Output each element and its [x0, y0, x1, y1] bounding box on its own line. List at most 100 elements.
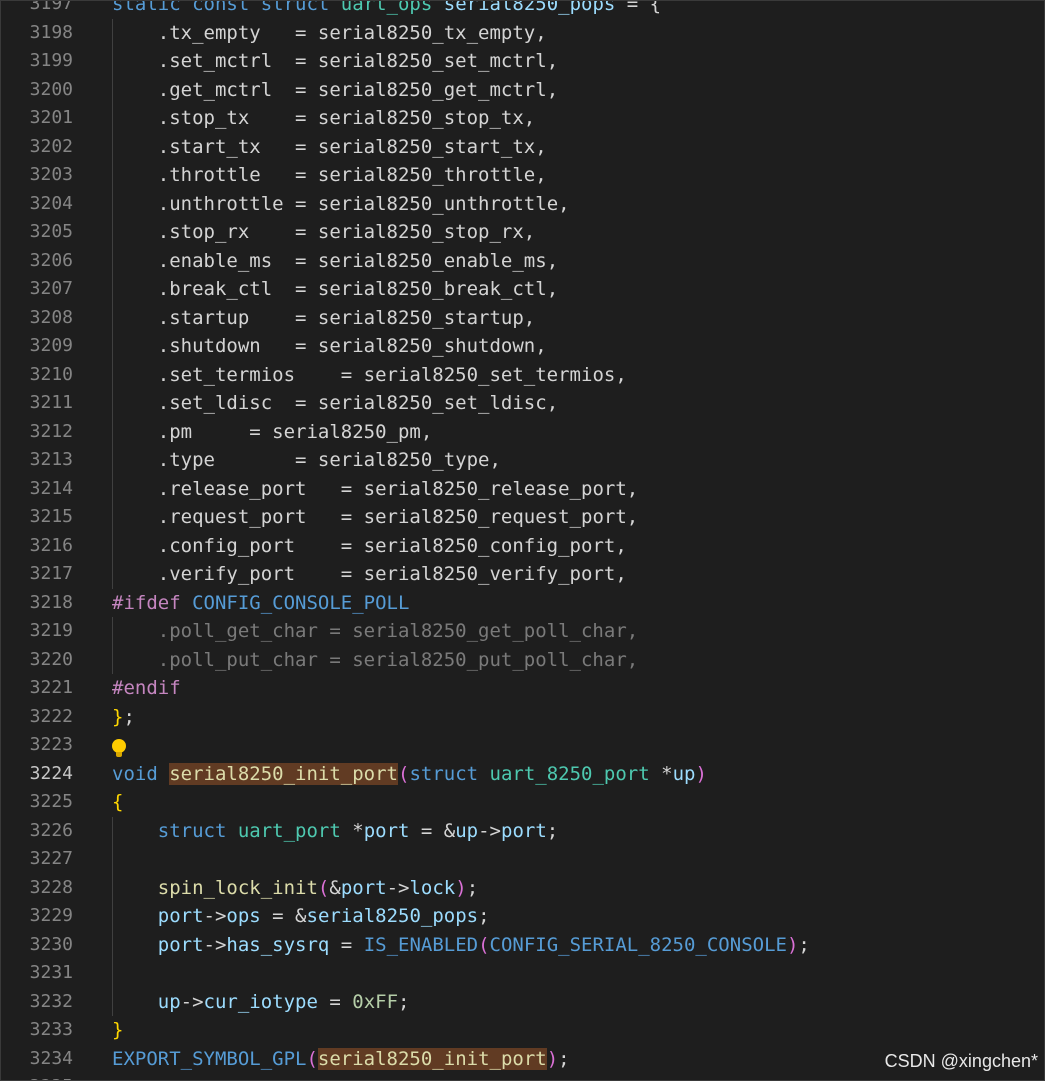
code-line[interactable]: 3230 port->has_sysrq = IS_ENABLED(CONFIG…: [1, 930, 1044, 959]
code-line[interactable]: 3213 .type = serial8250_type,: [1, 446, 1044, 475]
code-token: .tx_empty: [112, 21, 296, 44]
code-token: *: [661, 762, 673, 785]
code-token: const: [192, 0, 261, 15]
line-content: .request_port = serial8250_request_port,: [112, 503, 638, 532]
code-line[interactable]: 3204 .unthrottle = serial8250_unthrottle…: [1, 189, 1044, 219]
code-token: = serial8250_throttle,: [295, 164, 547, 186]
code-line[interactable]: 3214 .release_port = serial8250_release_…: [1, 474, 1044, 504]
code-token: .poll_get_char = serial8250_get_poll_cha…: [112, 620, 639, 642]
line-content: .shutdown = serial8250_shutdown,: [112, 332, 547, 361]
code-line[interactable]: 3203 .throttle = serial8250_throttle,: [1, 161, 1044, 190]
code-line[interactable]: 3221 #endif: [1, 674, 1044, 703]
code-line[interactable]: 3199 .set_mctrl = serial8250_set_mctrl,: [1, 47, 1044, 76]
code-line[interactable]: 3215 .request_port = serial8250_request_…: [1, 503, 1044, 532]
line-content: };: [112, 703, 135, 732]
line-number: 3203: [29, 164, 73, 185]
code-line[interactable]: 3217 .verify_port = serial8250_verify_po…: [1, 560, 1044, 589]
code-token: .get_mctrl: [112, 78, 296, 101]
lightbulb-icon[interactable]: [112, 739, 126, 757]
line-number: 3233: [29, 1019, 73, 1040]
code-line[interactable]: 3212 .pm = serial8250_pm,: [1, 417, 1044, 446]
code-line[interactable]: 3207 .break_ctl = serial8250_break_ctl,: [1, 275, 1044, 304]
code-token: .type: [112, 449, 296, 471]
code-token: .pm: [112, 420, 250, 443]
code-token: (: [478, 933, 490, 956]
code-token: port: [363, 819, 410, 842]
code-editor[interactable]: 3197 static const struct uart_ops serial8…: [0, 0, 1045, 1081]
code-token: ): [455, 876, 467, 899]
line-content: #endif: [112, 674, 181, 703]
code-line[interactable]: 3228 spin_lock_init(&port->lock);: [1, 873, 1044, 903]
line-number: 3218: [29, 591, 73, 613]
code-token: serial8250_pops: [306, 905, 479, 927]
line-number: 3197: [29, 0, 73, 14]
code-line[interactable]: 3198 .tx_empty = serial8250_tx_empty,: [1, 18, 1044, 48]
line-number: 3205: [29, 221, 73, 242]
code-line[interactable]: 3222};: [1, 703, 1044, 732]
code-lines[interactable]: 3197 static const struct uart_ops serial8…: [1, 0, 1044, 1080]
code-line[interactable]: 3200 .get_mctrl = serial8250_get_mctrl,: [1, 75, 1044, 104]
code-token: = serial8250_release_port,: [340, 477, 639, 500]
code-line[interactable]: 3231: [1, 959, 1044, 988]
line-number: 3211: [29, 392, 73, 413]
line-content: }: [112, 1016, 123, 1045]
code-line[interactable]: 3197 static const struct uart_ops serial8…: [1, 0, 1044, 19]
code-token: ;: [798, 933, 810, 956]
code-line[interactable]: 3232 up->cur_iotype = 0xFF;: [1, 987, 1044, 1017]
code-token: = serial8250_config_port,: [340, 534, 627, 557]
code-token: *: [352, 819, 364, 842]
code-line[interactable]: 3233}: [1, 1016, 1044, 1045]
code-token: ->: [180, 990, 204, 1013]
line-content: .set_termios = serial8250_set_termios,: [112, 361, 627, 390]
line-content: spin_lock_init(&port->lock);: [112, 874, 478, 903]
code-token: = &: [260, 905, 307, 927]
line-content: [112, 731, 126, 760]
code-token: = serial8250_break_ctl,: [295, 278, 559, 300]
code-token: (: [306, 1047, 318, 1070]
line-number: 3235: [1, 1073, 73, 1080]
line-content: .poll_put_char = serial8250_put_poll_cha…: [112, 646, 638, 675]
code-line[interactable]: 3211 .set_ldisc = serial8250_set_ldisc,: [1, 389, 1044, 418]
line-content: .tx_empty = serial8250_tx_empty,: [112, 19, 547, 48]
code-token: {: [112, 791, 124, 813]
code-line[interactable]: 3224 void serial8250_init_port(struct uar…: [1, 760, 1044, 789]
code-token: ->: [203, 905, 227, 927]
code-line[interactable]: 3219 .poll_get_char = serial8250_get_pol…: [1, 617, 1044, 646]
line-content: .stop_rx = serial8250_stop_rx,: [112, 218, 536, 247]
line-content: .enable_ms = serial8250_enable_ms,: [112, 247, 558, 276]
line-number: 3222: [29, 705, 73, 727]
code-line[interactable]: 3235: [1, 1073, 1044, 1080]
code-line[interactable]: 3202 .start_tx = serial8250_start_tx,: [1, 132, 1044, 161]
code-line[interactable]: 3223: [1, 731, 1044, 760]
line-content: port->ops = &serial8250_pops;: [112, 902, 490, 931]
code-line[interactable]: 3206 .enable_ms = serial8250_enable_ms,: [1, 246, 1044, 276]
code-line[interactable]: 3218 #ifdef CONFIG_CONSOLE_POLL: [1, 589, 1044, 618]
code-token: port: [112, 905, 204, 927]
code-token: = serial8250_shutdown,: [295, 335, 547, 357]
code-token: static: [112, 0, 193, 15]
line-content: .unthrottle = serial8250_unthrottle,: [112, 190, 570, 219]
code-token: = {: [615, 0, 662, 15]
code-line[interactable]: 3226 struct uart_port *port = &up->port;: [1, 816, 1044, 845]
line-content: up->cur_iotype = 0xFF;: [112, 988, 410, 1017]
line-number: 3217: [29, 563, 73, 584]
code-line[interactable]: 3208 .startup = serial8250_startup,: [1, 303, 1044, 332]
code-line[interactable]: 3229 port->ops = &serial8250_pops;: [1, 902, 1044, 931]
line-number: 3232: [29, 990, 73, 1012]
code-line[interactable]: 3205 .stop_rx = serial8250_stop_rx,: [1, 218, 1044, 247]
code-line[interactable]: 3225 {: [1, 788, 1044, 817]
code-token: = serial8250_pm,: [249, 420, 433, 443]
code-line[interactable]: 3209 .shutdown = serial8250_shutdown,: [1, 332, 1044, 361]
line-number: 3209: [29, 335, 73, 356]
line-content: .type = serial8250_type,: [112, 446, 501, 475]
line-content: .release_port = serial8250_release_port,: [112, 475, 638, 504]
line-number: 3201: [29, 107, 73, 128]
code-line[interactable]: 3210 .set_termios = serial8250_set_termi…: [1, 360, 1044, 390]
code-line[interactable]: 3201 .stop_tx = serial8250_stop_tx,: [1, 104, 1044, 133]
code-line[interactable]: 3216 .config_port = serial8250_config_po…: [1, 531, 1044, 560]
code-token: ->: [478, 819, 501, 842]
code-line[interactable]: 3220 .poll_put_char = serial8250_put_pol…: [1, 645, 1044, 675]
code-token: = &: [409, 819, 456, 842]
code-line[interactable]: 3227: [1, 845, 1044, 874]
code-token: }: [112, 705, 124, 728]
